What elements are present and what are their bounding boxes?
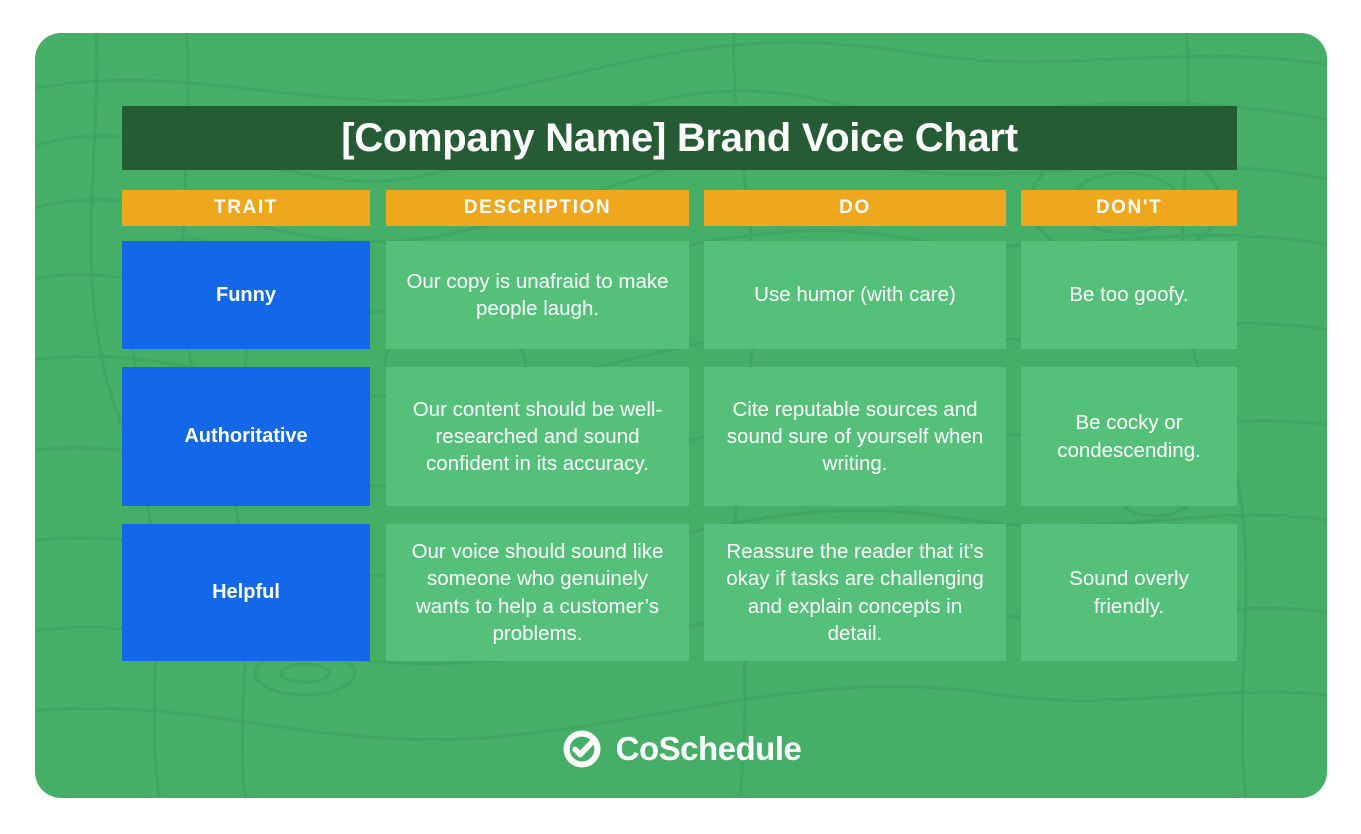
table-header-row: TRAIT DESCRIPTION DO DON'T [122,190,1237,226]
do-cell: Use humor (with care) [704,241,1006,349]
do-cell: Reassure the reader that it’s okay if ta… [704,524,1006,661]
table-row: Funny Our copy is unafraid to make peopl… [122,241,1237,349]
trait-label: Helpful [212,581,280,603]
description-cell: Our voice should sound like someone who … [386,524,689,661]
column-header-trait: TRAIT [122,190,370,226]
do-text: Reassure the reader that it’s okay if ta… [726,540,984,645]
page-title: [Company Name] Brand Voice Chart [341,115,1018,160]
dont-text: Sound overly friendly. [1069,567,1189,618]
dont-text: Be too goofy. [1069,283,1189,307]
column-header-do-label: DO [839,197,871,218]
chart-title-bar: [Company Name] Brand Voice Chart [122,106,1237,170]
column-header-description: DESCRIPTION [386,190,689,226]
do-text: Cite reputable sources and sound sure of… [726,397,984,476]
column-header-dont: DON'T [1021,190,1237,226]
dont-text: Be cocky or condescending. [1057,411,1201,462]
brand-name: CoSchedule [615,730,802,767]
description-text: Our copy is unafraid to make people laug… [406,269,669,320]
column-header-dont-label: DON'T [1095,197,1163,218]
trait-cell: Helpful [122,524,370,661]
description-text: Our voice should sound like someone who … [411,540,664,645]
brand-voice-chart-card: [Company Name] Brand Voice Chart TRAIT D… [35,33,1327,798]
description-cell: Our content should be well-researched an… [386,367,689,506]
trait-cell: Authoritative [122,367,370,506]
trait-label: Funny [216,283,276,306]
column-header-description-label: DESCRIPTION [463,197,612,218]
do-cell: Cite reputable sources and sound sure of… [704,367,1006,506]
table-row: Authoritative Our content should be well… [122,367,1237,506]
dont-cell: Be cocky or condescending. [1021,367,1237,506]
trait-label: Authoritative [184,425,308,447]
brand-voice-table: TRAIT DESCRIPTION DO DON'T Funny Our cop… [122,190,1237,661]
description-cell: Our copy is unafraid to make people laug… [386,241,689,349]
description-text: Our content should be well-researched an… [412,397,663,476]
column-header-do: DO [704,190,1006,226]
trait-cell: Funny [122,241,370,349]
dont-cell: Be too goofy. [1021,241,1237,349]
do-text: Use humor (with care) [754,283,956,307]
dont-cell: Sound overly friendly. [1021,524,1237,661]
table-row: Helpful Our voice should sound like some… [122,524,1237,661]
footer-branding: CoSchedule [35,728,1327,770]
column-header-trait-label: TRAIT [214,197,278,218]
circle-check-icon [563,730,601,768]
